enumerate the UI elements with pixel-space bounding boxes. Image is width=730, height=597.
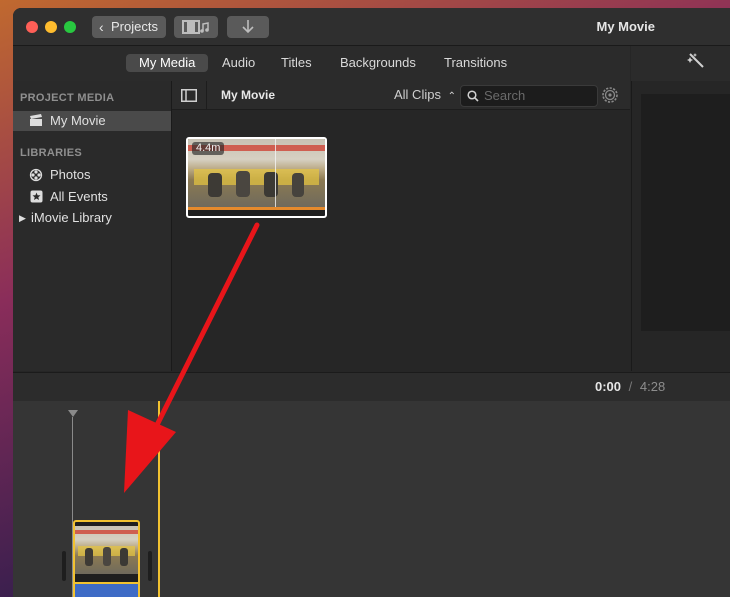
tab-audio[interactable]: Audio bbox=[209, 54, 268, 72]
clip-trim-handle-right[interactable] bbox=[148, 551, 152, 581]
sidebar-item-my-movie[interactable]: My Movie bbox=[13, 111, 171, 131]
timeline-clip-thumbnail bbox=[75, 526, 138, 574]
sidebar-item-all-events[interactable]: All Events bbox=[13, 187, 171, 207]
viewer-panel bbox=[631, 81, 730, 371]
sidebar-item-photos[interactable]: Photos bbox=[13, 165, 171, 185]
tab-titles[interactable]: Titles bbox=[268, 54, 325, 72]
sidebar-item-label: My Movie bbox=[50, 113, 106, 128]
project-media-heading: PROJECT MEDIA bbox=[20, 92, 115, 104]
browser-clip[interactable]: 4.4m bbox=[186, 137, 327, 218]
clip-filter-value: All Clips bbox=[394, 87, 441, 102]
magic-wand-icon[interactable] bbox=[685, 51, 707, 73]
playhead-marker-icon[interactable] bbox=[68, 410, 78, 418]
updown-chevron-icon: ⌃ bbox=[447, 91, 456, 102]
skimmer-line bbox=[158, 401, 160, 597]
search-icon bbox=[467, 90, 479, 102]
sidebar-item-imovie-library[interactable]: ▶ iMovie Library bbox=[13, 208, 171, 228]
chevron-left-icon: ‹ bbox=[99, 19, 104, 35]
star-icon bbox=[29, 190, 43, 204]
current-time: 0:00 bbox=[595, 379, 622, 394]
libraries-sidebar: PROJECT MEDIA My Movie LIBRARIES Photos … bbox=[13, 81, 172, 371]
vertical-divider bbox=[206, 81, 207, 109]
media-tabs-bar: My Media Audio Titles Backgrounds Transi… bbox=[13, 46, 630, 81]
projects-back-button[interactable]: ‹ Projects bbox=[92, 16, 166, 38]
import-media-button[interactable] bbox=[227, 16, 269, 38]
timecode: 0:00 / 4:28 bbox=[595, 379, 665, 394]
sidebar-item-label: Photos bbox=[50, 167, 91, 182]
clip-progress-bar bbox=[188, 207, 325, 210]
tab-my-media[interactable]: My Media bbox=[126, 54, 209, 72]
search-field[interactable]: Search bbox=[460, 85, 598, 107]
viewer-canvas bbox=[641, 94, 730, 331]
libraries-heading: LIBRARIES bbox=[20, 147, 82, 159]
browser-title: My Movie bbox=[221, 88, 276, 102]
title-bar: ‹ Projects My Movie bbox=[13, 8, 730, 46]
search-placeholder: Search bbox=[484, 88, 526, 103]
download-arrow-icon bbox=[242, 20, 254, 34]
imovie-window: ‹ Projects My Movie My Media Audio Title… bbox=[13, 8, 730, 597]
time-separator: / bbox=[628, 379, 633, 394]
window-title: My Movie bbox=[596, 19, 655, 34]
minimize-window-button[interactable] bbox=[45, 21, 57, 33]
clip-duration-badge: 4.4m bbox=[192, 142, 225, 155]
projects-back-label: Projects bbox=[111, 19, 158, 34]
timeline-clip-audio-track bbox=[75, 582, 138, 597]
timeline-clip[interactable] bbox=[73, 520, 140, 597]
sidebar-toggle-icon[interactable] bbox=[181, 89, 197, 102]
timeline[interactable] bbox=[13, 401, 730, 597]
clapperboard-icon bbox=[29, 114, 43, 128]
clip-filter-select[interactable]: All Clips ⌃ bbox=[394, 87, 456, 102]
adjustments-bar bbox=[631, 46, 730, 81]
media-import-button[interactable] bbox=[174, 16, 218, 38]
photos-icon bbox=[29, 168, 43, 182]
tab-backgrounds[interactable]: Backgrounds bbox=[327, 54, 429, 72]
total-time: 4:28 bbox=[639, 379, 666, 394]
sidebar-item-label: All Events bbox=[50, 189, 108, 204]
clip-trim-handle-left[interactable] bbox=[62, 551, 66, 581]
media-browser: My Movie All Clips ⌃ Search 4.4m bbox=[172, 81, 630, 371]
timeline-header: 0:00 / 4:28 bbox=[13, 372, 730, 402]
zoom-window-button[interactable] bbox=[64, 21, 76, 33]
disclosure-triangle-icon[interactable]: ▶ bbox=[19, 208, 26, 228]
gear-icon[interactable] bbox=[601, 86, 619, 104]
film-music-icon bbox=[182, 20, 209, 34]
tab-transitions[interactable]: Transitions bbox=[431, 54, 520, 72]
browser-toolbar: My Movie All Clips ⌃ Search bbox=[172, 81, 630, 110]
sidebar-item-label: iMovie Library bbox=[31, 210, 112, 225]
close-window-button[interactable] bbox=[26, 21, 38, 33]
